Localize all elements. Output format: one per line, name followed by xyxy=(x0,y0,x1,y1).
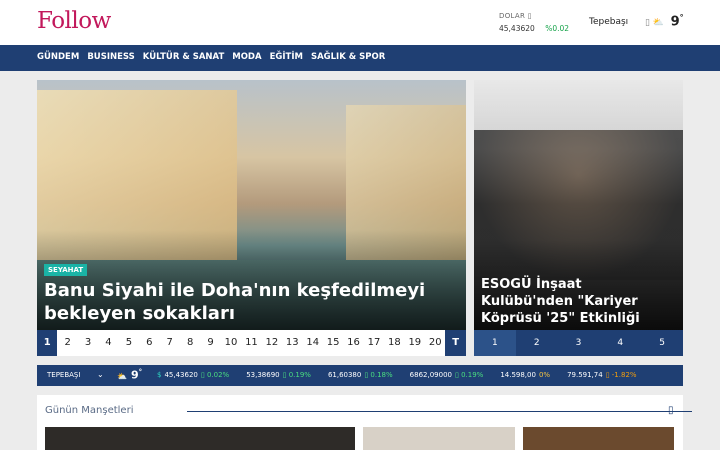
headlines-section: Günün Manşetleri ▯ xyxy=(37,395,692,450)
pager-item[interactable]: 8 xyxy=(180,330,200,356)
chevron-down-icon[interactable]: ⌄ xyxy=(97,370,104,379)
quote-change: 0% xyxy=(538,371,551,379)
site-header: Follow DOLAR ▯ 45,43620 %0.02 Tepebaşı ▯… xyxy=(0,0,720,45)
side-pager-item[interactable]: 1 xyxy=(474,330,516,356)
pager-item[interactable]: 5 xyxy=(119,330,139,356)
quote-change: ▯ 0.19% xyxy=(282,371,311,379)
pager-item[interactable]: 3 xyxy=(78,330,98,356)
pager-item[interactable]: 2 xyxy=(57,330,77,356)
currency-row: 45,43620 %0.02 xyxy=(499,24,569,33)
grid-icon[interactable]: ▯ xyxy=(668,405,674,416)
quote-change: ▯ 0.18% xyxy=(364,371,393,379)
pager-item[interactable]: 4 xyxy=(98,330,118,356)
city-name[interactable]: Tepebaşı xyxy=(589,17,628,27)
category-tag[interactable]: SEYAHAT xyxy=(44,264,88,276)
pager-item[interactable]: 6 xyxy=(139,330,159,356)
main-slider[interactable]: SEYAHAT Banu Siyahi ile Doha'nın keşfedi… xyxy=(37,80,466,356)
weather-icon: ▯ ⛅ xyxy=(645,18,665,29)
pager-item[interactable]: 16 xyxy=(343,330,363,356)
weather-widget[interactable]: ▯ ⛅ 9° xyxy=(645,13,684,29)
pager-item[interactable]: 11 xyxy=(241,330,261,356)
currency-icon: ▯ xyxy=(527,12,532,20)
nav-item-gundem[interactable]: GÜNDEM xyxy=(37,52,79,62)
pager-item[interactable]: 20 xyxy=(425,330,445,356)
weather-icon: ⛅ xyxy=(117,371,127,381)
headline-thumb[interactable] xyxy=(45,427,355,450)
currency-change: %0.02 xyxy=(545,24,570,33)
weather-temp: 9 xyxy=(670,14,680,30)
quote-item[interactable]: 14.598,00 0% xyxy=(497,371,550,379)
nav-items: GÜNDEM BUSINESS KÜLTÜR & SANAT MODA EĞİT… xyxy=(37,52,385,62)
quote-item[interactable]: 79.591,74 ▯ -1.82% xyxy=(564,371,636,379)
section-divider xyxy=(187,411,692,412)
main-nav: GÜNDEM BUSINESS KÜLTÜR & SANAT MODA EĞİT… xyxy=(0,45,720,71)
side-pager-item[interactable]: 2 xyxy=(516,330,558,356)
pager-item[interactable]: 19 xyxy=(405,330,425,356)
quote-item[interactable]: 53,38690 ▯ 0.19% xyxy=(243,371,311,379)
headline-thumbs xyxy=(45,427,674,450)
slider-headline[interactable]: Banu Siyahi ile Doha'nın keşfedilmeyi be… xyxy=(44,279,454,325)
pager-item[interactable]: 7 xyxy=(160,330,180,356)
dollar-icon: $ xyxy=(157,371,162,379)
pager-item[interactable]: 15 xyxy=(323,330,343,356)
pager-item[interactable]: 12 xyxy=(262,330,282,356)
side-slider-pager: 1 2 3 4 5 xyxy=(474,330,683,356)
pager-item-all[interactable]: T xyxy=(445,330,466,356)
side-slider[interactable]: ESOGÜ İnşaat Kulübü'nden "Kariyer Köprüs… xyxy=(474,80,683,356)
side-pager-item[interactable]: 5 xyxy=(641,330,683,356)
nav-item-moda[interactable]: MODA xyxy=(232,52,261,62)
nav-item-kultur-sanat[interactable]: KÜLTÜR & SANAT xyxy=(143,52,224,62)
headline-thumb[interactable] xyxy=(523,427,674,450)
ticker-city[interactable]: TEPEBAŞI xyxy=(47,371,80,379)
quote-change: ▯ -1.82% xyxy=(605,371,637,379)
ticker-quotes: $45,43620 ▯ 0.02% 53,38690 ▯ 0.19% 61,6038… xyxy=(157,371,637,379)
slider-pager: 1 2 3 4 5 6 7 8 9 10 11 12 13 14 15 16 1… xyxy=(37,330,466,356)
pager-item[interactable]: 18 xyxy=(384,330,404,356)
currency-label: DOLAR ▯ xyxy=(499,12,532,20)
pager-item[interactable]: 1 xyxy=(37,330,58,356)
nav-item-saglik-spor[interactable]: SAĞLIK & SPOR xyxy=(311,52,385,62)
currency-widget[interactable]: DOLAR ▯ 45,43620 %0.02 xyxy=(499,12,569,33)
side-pager-item[interactable]: 4 xyxy=(599,330,641,356)
ticker-weather: ⛅ 9° xyxy=(117,368,142,382)
ticker-temp: 9 xyxy=(130,368,139,382)
quote-item[interactable]: 61,60380 ▯ 0.18% xyxy=(325,371,393,379)
nav-item-business[interactable]: BUSINESS xyxy=(87,52,134,62)
side-slider-headline[interactable]: ESOGÜ İnşaat Kulübü'nden "Kariyer Köprüs… xyxy=(481,276,677,327)
pager-item[interactable]: 14 xyxy=(302,330,322,356)
pager-item[interactable]: 10 xyxy=(221,330,241,356)
quote-item[interactable]: $45,43620 ▯ 0.02% xyxy=(157,371,229,379)
market-ticker: TEPEBAŞI ⌄ ⛅ 9° $45,43620 ▯ 0.02% 53,38690… xyxy=(37,365,683,386)
site-logo[interactable]: Follow xyxy=(37,8,111,34)
quote-change: ▯ 0.02% xyxy=(200,371,230,379)
headline-thumb[interactable] xyxy=(363,427,515,450)
pager-item[interactable]: 17 xyxy=(364,330,384,356)
weather-degree: ° xyxy=(679,13,684,22)
quote-item[interactable]: 6862,09000 ▯ 0.19% xyxy=(407,371,484,379)
ticker-degree: ° xyxy=(138,368,143,376)
side-pager-item[interactable]: 3 xyxy=(558,330,600,356)
section-title: Günün Manşetleri xyxy=(45,405,134,416)
quote-change: ▯ 0.19% xyxy=(454,371,484,379)
pager-item[interactable]: 9 xyxy=(200,330,220,356)
currency-value: 45,43620 xyxy=(499,24,535,33)
pager-item[interactable]: 13 xyxy=(282,330,302,356)
nav-item-egitim[interactable]: EĞİTİM xyxy=(270,52,303,62)
